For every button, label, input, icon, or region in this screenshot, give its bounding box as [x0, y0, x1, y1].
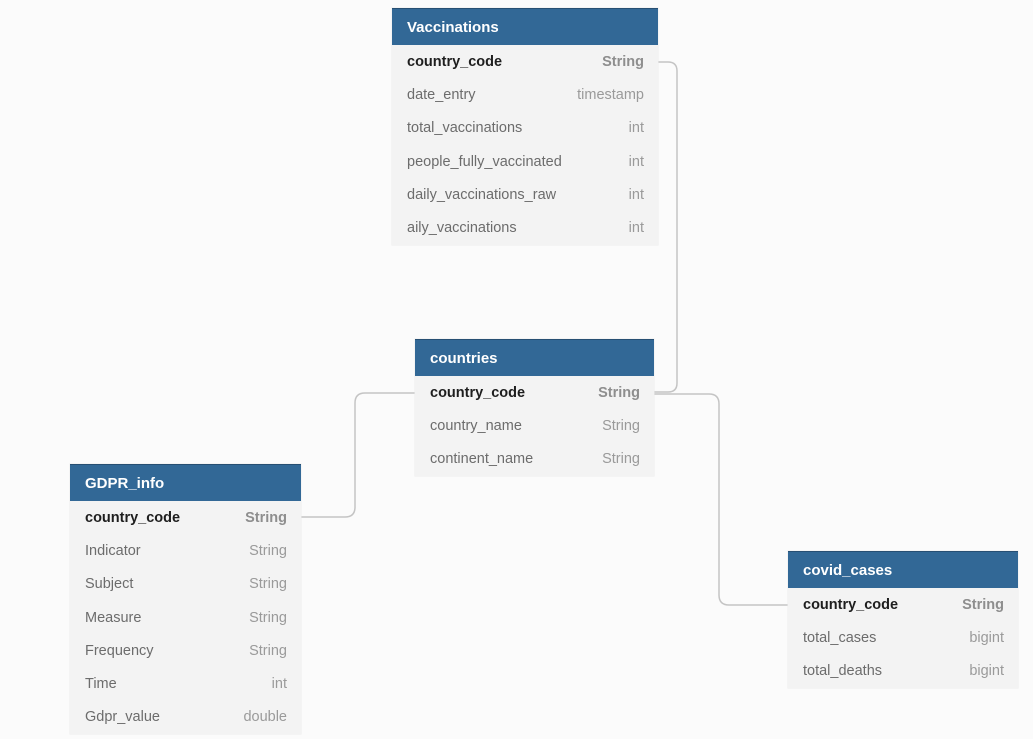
field-row[interactable]: continent_name String [415, 443, 654, 476]
connector-countries-gdpr-info [301, 392, 415, 518]
connector-countries-covid-cases [654, 393, 788, 606]
entity-title[interactable]: countries [415, 339, 654, 376]
entity-title[interactable]: covid_cases [788, 551, 1018, 588]
field-row[interactable]: daily_vaccinations_raw int [392, 178, 658, 211]
field-row[interactable]: Frequency String [70, 634, 301, 667]
field-type: String [602, 417, 640, 434]
field-row[interactable]: total_deaths bigint [788, 655, 1018, 688]
entity-title[interactable]: GDPR_info [70, 464, 301, 501]
field-row[interactable]: Subject String [70, 568, 301, 601]
field-type: bigint [969, 629, 1004, 646]
field-name: Time [85, 676, 117, 693]
field-type: timestamp [577, 86, 644, 103]
field-row[interactable]: country_code String [415, 376, 654, 409]
field-type: String [602, 53, 644, 70]
field-row[interactable]: total_vaccinations int [392, 112, 658, 145]
field-type: String [598, 384, 640, 401]
field-name: total_cases [803, 629, 877, 646]
field-row[interactable]: people_fully_vaccinated int [392, 145, 658, 178]
field-type: double [243, 709, 287, 726]
field-type: String [249, 576, 287, 593]
field-type: int [628, 220, 644, 237]
field-name: country_name [430, 417, 522, 434]
field-row[interactable]: Indicator String [70, 534, 301, 567]
field-name: Indicator [85, 542, 141, 559]
field-row[interactable]: aily_vaccinations int [392, 211, 658, 244]
entity-covid-cases[interactable]: covid_cases country_code String total_ca… [788, 551, 1018, 688]
field-name: country_code [803, 596, 899, 613]
field-name: people_fully_vaccinated [407, 153, 562, 170]
field-type: int [628, 153, 644, 170]
field-type: String [602, 451, 640, 468]
field-type: String [962, 596, 1004, 613]
field-type: bigint [969, 663, 1004, 680]
field-type: int [628, 120, 644, 137]
field-name: Frequency [85, 642, 154, 659]
field-type: String [245, 509, 287, 526]
field-row[interactable]: country_name String [415, 409, 654, 442]
field-row[interactable]: Measure String [70, 601, 301, 634]
field-name: daily_vaccinations_raw [407, 186, 557, 203]
field-row[interactable]: country_code String [788, 588, 1018, 621]
field-row[interactable]: date_entry timestamp [392, 78, 658, 111]
entity-vaccinations[interactable]: Vaccinations country_code String date_en… [392, 8, 658, 245]
field-name: Subject [85, 576, 134, 593]
field-type: String [249, 609, 287, 626]
field-name: total_vaccinations [407, 120, 523, 137]
field-row[interactable]: country_code String [392, 45, 658, 78]
field-name: date_entry [407, 86, 476, 103]
field-type: String [249, 542, 287, 559]
field-name: continent_name [430, 451, 534, 468]
field-row[interactable]: country_code String [70, 501, 301, 534]
field-name: total_deaths [803, 663, 883, 680]
field-type: int [628, 186, 644, 203]
field-name: country_code [85, 509, 181, 526]
field-name: aily_vaccinations [407, 220, 517, 237]
field-name: country_code [407, 53, 503, 70]
entity-countries[interactable]: countries country_code String country_na… [415, 339, 654, 476]
field-row[interactable]: total_cases bigint [788, 621, 1018, 654]
diagram-canvas: Vaccinations country_code String date_en… [0, 0, 1033, 739]
field-name: Gdpr_value [85, 709, 160, 726]
field-row[interactable]: Time int [70, 667, 301, 700]
entity-gdpr-info[interactable]: GDPR_info country_code String Indicator … [70, 464, 301, 735]
field-row[interactable]: Gdpr_value double [70, 701, 301, 734]
field-type: String [249, 642, 287, 659]
field-name: Measure [85, 609, 142, 626]
field-name: country_code [430, 384, 526, 401]
field-type: int [271, 676, 287, 693]
entity-title[interactable]: Vaccinations [392, 8, 658, 45]
